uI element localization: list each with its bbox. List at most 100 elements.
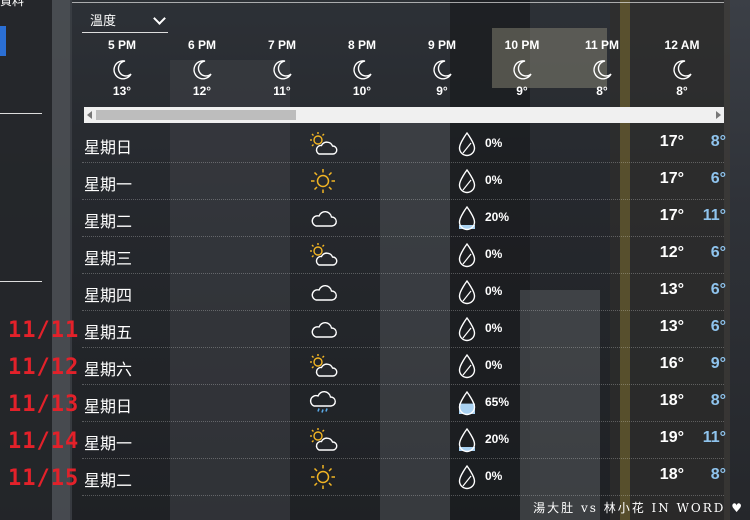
moon-icon <box>110 58 134 82</box>
hour-item: 9 PM 9° <box>402 38 482 98</box>
day-name: 星期二 <box>84 473 133 490</box>
day-name: 星期日 <box>84 140 133 157</box>
hour-time: 5 PM <box>107 38 136 52</box>
scroll-left-icon[interactable] <box>87 111 92 119</box>
low-temp: 11° <box>702 207 726 224</box>
date-label: 11/15 <box>8 466 80 491</box>
hour-temp: 9° <box>436 84 448 98</box>
hour-item: 7 PM 11° <box>242 38 322 98</box>
precip-drop-icon <box>456 279 478 305</box>
hour-temp: 11° <box>273 84 291 98</box>
precip-drop-icon <box>456 168 478 194</box>
date-label: 11/12 <box>8 355 80 380</box>
hour-temp: 8° <box>596 84 608 98</box>
high-temp: 17° <box>659 170 684 187</box>
hour-temp: 13° <box>112 84 132 98</box>
high-temp: 18° <box>659 392 684 409</box>
moon-icon <box>270 58 294 82</box>
partly-sunny-icon <box>308 353 338 379</box>
divider <box>72 2 724 3</box>
left-panel-title: 資料 <box>0 0 25 8</box>
date-label: 11/13 <box>8 392 80 417</box>
high-temp: 17° <box>659 207 684 224</box>
chevron-down-icon <box>153 12 166 25</box>
partly-sunny-icon <box>308 242 338 268</box>
day-name: 星期五 <box>84 325 133 342</box>
day-row[interactable]: 星期日 0% 17° 8° <box>82 125 726 163</box>
low-temp: 8° <box>710 392 726 409</box>
hour-temp: 12° <box>192 84 212 98</box>
precip-drop-icon <box>456 316 478 342</box>
moon-icon <box>190 58 214 82</box>
unit-select-value: 溫度 <box>90 13 117 28</box>
hour-time: 9 PM <box>427 38 456 52</box>
day-name: 星期一 <box>84 177 133 194</box>
day-row[interactable]: 星期二 20% 17° 11° <box>82 199 726 237</box>
day-row[interactable]: 星期一 20% 19° 11° <box>82 421 726 459</box>
hour-item: 12 AM 8° <box>642 38 722 98</box>
day-name: 星期四 <box>84 288 133 305</box>
day-row[interactable]: 星期二 0% 18° 8° <box>82 458 726 496</box>
low-temp: 6° <box>710 318 726 335</box>
hour-temp: 10° <box>352 84 372 98</box>
hour-item: 11 PM 8° <box>562 38 642 98</box>
unit-select[interactable]: 溫度 <box>82 6 168 33</box>
cloudy-icon <box>308 316 338 342</box>
sunny-icon <box>308 168 338 194</box>
day-row[interactable]: 星期六 0% 16° 9° <box>82 347 726 385</box>
low-temp: 8° <box>710 133 726 150</box>
precip-drop-icon <box>456 131 478 157</box>
scroll-right-icon[interactable] <box>716 111 721 119</box>
left-panel-accent-button[interactable] <box>0 26 6 56</box>
moon-icon <box>350 58 374 82</box>
precip-drop-icon <box>456 353 478 379</box>
scroll-thumb[interactable] <box>96 110 296 120</box>
hour-item: 5 PM 13° <box>82 38 162 98</box>
hourly-forecast: 5 PM 13° 6 PM 12° 7 PM 11° 8 PM 10° 9 PM 9° 10 PM 9… <box>82 38 722 104</box>
day-row[interactable]: 星期五 0% 13° 6° <box>82 310 726 348</box>
precip-percent: 20% <box>485 432 510 446</box>
date-label: 11/14 <box>8 429 80 454</box>
hour-time: 6 PM <box>187 38 216 52</box>
date-label: 11/11 <box>8 318 80 343</box>
day-name: 星期日 <box>84 399 133 416</box>
precip-drop-icon <box>456 205 478 231</box>
precip-percent: 0% <box>485 284 503 298</box>
low-temp: 6° <box>710 170 726 187</box>
high-temp: 19° <box>659 429 684 446</box>
low-temp: 9° <box>710 355 726 372</box>
divider <box>0 281 42 282</box>
day-row[interactable]: 星期四 0% 13° 6° <box>82 273 726 311</box>
day-name: 星期二 <box>84 214 133 231</box>
hour-item: 10 PM 9° <box>482 38 562 98</box>
hour-temp: 9° <box>516 84 528 98</box>
sunny-icon <box>308 464 338 490</box>
high-temp: 17° <box>659 133 684 150</box>
precip-percent: 65% <box>485 395 510 409</box>
low-temp: 11° <box>702 429 726 446</box>
cloudy-icon <box>308 205 338 231</box>
day-row[interactable]: 星期一 0% 17° 6° <box>82 162 726 200</box>
partly-sunny-icon <box>308 427 338 453</box>
divider <box>0 113 42 114</box>
hour-temp: 8° <box>676 84 688 98</box>
precip-percent: 0% <box>485 321 503 335</box>
day-name: 星期一 <box>84 436 133 453</box>
moon-icon <box>670 58 694 82</box>
precip-drop-icon <box>456 427 478 453</box>
precip-percent: 20% <box>485 210 510 224</box>
moon-icon <box>510 58 534 82</box>
day-row[interactable]: 星期日 65% 18° 8° <box>82 384 726 422</box>
horizontal-scrollbar[interactable] <box>84 107 724 123</box>
watermark: 湯大肚 vs 林小花 IN WORD ♥ <box>533 501 744 515</box>
partly-sunny-icon <box>308 131 338 157</box>
precip-percent: 0% <box>485 469 503 483</box>
precip-drop-icon <box>456 242 478 268</box>
precip-percent: 0% <box>485 136 503 150</box>
cloudy-icon <box>308 279 338 305</box>
precip-percent: 0% <box>485 173 503 187</box>
day-row[interactable]: 星期三 0% 12° 6° <box>82 236 726 274</box>
high-temp: 13° <box>659 281 684 298</box>
hour-item: 8 PM 10° <box>322 38 402 98</box>
day-name: 星期六 <box>84 362 133 379</box>
